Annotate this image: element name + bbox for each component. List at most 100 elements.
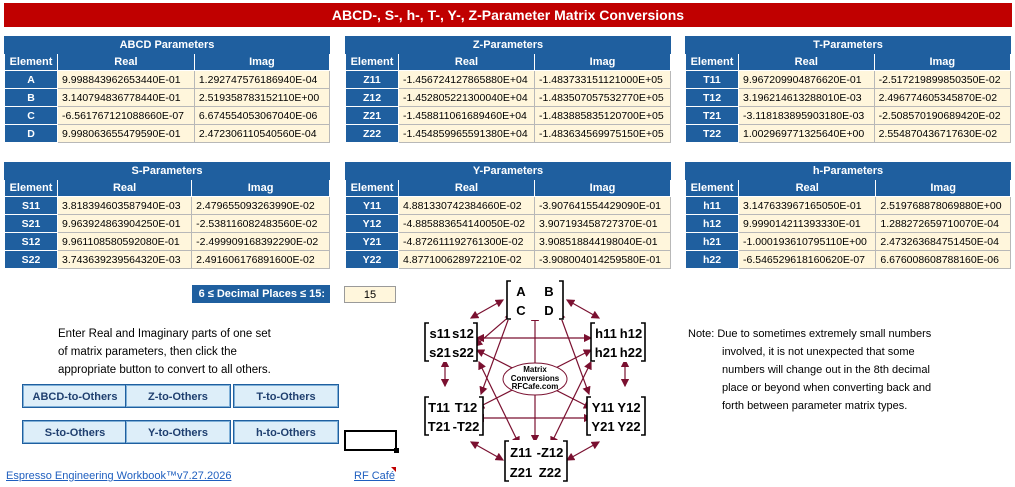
table-row: Z12 -1.452805221300040E+04 -1.483507057532… [345,88,671,107]
imag-value-cell[interactable]: 2.491606176891600E-02 [191,250,330,269]
imag-value-cell[interactable]: -3.908004014259580E-01 [534,250,671,269]
instruction-line: appropriate button to convert to all oth… [58,364,271,376]
imag-value-cell[interactable]: 2.479655093263990E-02 [191,196,330,215]
imag-value-cell[interactable]: 2.496774605345870E-02 [873,88,1012,107]
element-label: C [4,106,58,125]
real-value-cell[interactable]: -3.118183895903180E-03 [738,106,875,125]
h-to-others-button[interactable]: h-to-Others [233,420,339,444]
real-value-cell[interactable]: 1.002969771325640E+00 [738,124,875,143]
imag-value-cell[interactable]: 3.907193458727370E-01 [534,214,671,233]
real-value-cell[interactable]: 9.967209904876620E-01 [738,70,875,89]
imag-value-cell[interactable]: -1.483885835120700E+05 [534,106,671,125]
element-label: Y21 [345,232,399,251]
element-label: Y11 [345,196,399,215]
real-value-cell[interactable]: -4.872611192761300E-02 [398,232,535,251]
col-header-real: Real [737,179,877,197]
diagram-y11: Y11 [592,400,614,415]
imag-value-cell[interactable]: 6.674554053067040E-06 [193,106,331,125]
table-row: h22 -6.546529618160620E-07 6.6760086087881… [685,250,1011,269]
diagram-z22: Z22 [539,465,561,480]
table-row: S22 3.743639239564320E-03 2.49160617689160… [4,250,330,269]
diagram-h12: h12 [620,326,642,341]
element-label: Z21 [345,106,399,125]
diagram-abcd-a: A [516,284,526,299]
table-row: T12 3.196214613288010E-03 2.49677460534587… [685,88,1012,107]
imag-value-cell[interactable]: -2.538116082483560E-02 [191,214,330,233]
imag-value-cell[interactable]: 2.472306110540560E-04 [193,124,331,143]
real-value-cell[interactable]: -1.452805221300040E+04 [398,88,535,107]
diagram-s21: s21 [429,345,451,360]
col-header-element: Element [345,179,399,197]
col-header-real: Real [738,53,875,71]
imag-value-cell[interactable]: -1.483733151121000E+05 [534,70,671,89]
imag-value-cell[interactable]: 1.292747576186940E-04 [193,70,331,89]
decimal-places-input[interactable]: 15 [344,286,396,303]
workbook-link[interactable]: Espresso Engineering Workbook™v7.27.2026 [6,470,231,482]
instruction-line: of matrix parameters, then click the [58,346,237,358]
element-label: T21 [685,106,739,125]
element-label: A [4,70,58,89]
element-label: S12 [4,232,58,251]
element-label: Z12 [345,88,399,107]
real-value-cell[interactable]: 4.877100628972210E-02 [398,250,535,269]
t-to-others-button[interactable]: T-to-Others [233,384,339,408]
diagram-center-line: Matrix [523,365,547,374]
abcd-to-others-button[interactable]: ABCD-to-Others [22,384,128,408]
real-value-cell[interactable]: 9.999014211393330E-01 [737,214,877,233]
real-value-cell[interactable]: 9.998063655479590E-01 [57,124,195,143]
real-value-cell[interactable]: -1.454859965591380E+04 [398,124,535,143]
diagram-y22: Y22 [617,419,640,434]
element-label: S22 [4,250,58,269]
real-value-cell[interactable]: -6.546529618160620E-07 [737,250,877,269]
real-value-cell[interactable]: -1.000193610795110E+00 [737,232,877,251]
selected-cell[interactable] [344,430,399,453]
note-line: Note: Due to sometimes extremely small n… [688,328,932,340]
instruction-line: Enter Real and Imaginary parts of one se… [58,328,271,340]
real-value-cell[interactable]: -1.458811061689460E+04 [398,106,535,125]
table-row: S21 9.963924863904250E-01 -2.5381160824835… [4,214,330,233]
s-to-others-button[interactable]: S-to-Others [22,420,128,444]
real-value-cell[interactable]: 3.818394603587940E-03 [56,196,193,215]
note-line: numbers will change out in the 8th decim… [722,364,930,376]
real-value-cell[interactable]: 9.998843962653440E-01 [57,70,195,89]
table-caption: S-Parameters [4,162,330,180]
diagram-z12: -Z12 [537,445,564,460]
z-to-others-button[interactable]: Z-to-Others [125,384,231,408]
rf-cafe-link[interactable]: RF Café [354,470,395,482]
real-value-cell[interactable]: 3.196214613288010E-03 [738,88,875,107]
real-value-cell[interactable]: 3.743639239564320E-03 [56,250,193,269]
real-value-cell[interactable]: 3.147633967165050E-01 [737,196,877,215]
table-caption: ABCD Parameters [4,36,330,54]
real-value-cell[interactable]: 4.881330742384660E-02 [398,196,535,215]
imag-value-cell[interactable]: -1.483507057532770E+05 [534,88,671,107]
real-value-cell[interactable]: -6.561767121088660E-07 [57,106,195,125]
table-row: T21 -3.118183895903180E-03 -2.508570190689… [685,106,1012,125]
imag-value-cell[interactable]: -1.483634569975150E+05 [534,124,671,143]
imag-value-cell[interactable]: 3.908518844198040E-01 [534,232,671,251]
imag-value-cell[interactable]: 2.554870436717630E-02 [873,124,1012,143]
imag-value-cell[interactable]: -3.907641554429090E-01 [534,196,671,215]
col-header-element: Element [4,179,58,197]
real-value-cell[interactable]: -4.885883654140050E-02 [398,214,535,233]
imag-value-cell[interactable]: 2.519768878069880E+00 [875,196,1011,215]
diagram-s12: s12 [452,326,474,341]
col-header-imag: Imag [534,53,671,71]
y-to-others-button[interactable]: Y-to-Others [125,420,231,444]
imag-value-cell[interactable]: 2.473263684751450E-04 [875,232,1011,251]
h-parameters-table: h-Parameters Element Real Imag h11 3.14763396… [685,162,1011,269]
imag-value-cell[interactable]: -2.499909168392290E-02 [191,232,330,251]
real-value-cell[interactable]: -1.456724127865880E+04 [398,70,535,89]
imag-value-cell[interactable]: 1.288272659710070E-04 [875,214,1011,233]
imag-value-cell[interactable]: 2.519358783152110E+00 [193,88,331,107]
table-row: T22 1.002969771325640E+00 2.55487043671763… [685,124,1012,143]
real-value-cell[interactable]: 9.963924863904250E-01 [56,214,193,233]
z-parameters-table: Z-Parameters Element Real Imag Z11 -1.4567241… [345,36,671,143]
table-row: Y21 -4.872611192761300E-02 3.9085188441980… [345,232,671,251]
imag-value-cell[interactable]: -2.508570190689420E-02 [873,106,1012,125]
imag-value-cell[interactable]: 6.676008608788160E-06 [875,250,1011,269]
diagram-center-line: RFCafe.com [512,382,559,391]
imag-value-cell[interactable]: -2.517219899850350E-02 [873,70,1012,89]
real-value-cell[interactable]: 9.961108580592080E-01 [56,232,193,251]
real-value-cell[interactable]: 3.140794836778440E-01 [57,88,195,107]
element-label: Y12 [345,214,399,233]
